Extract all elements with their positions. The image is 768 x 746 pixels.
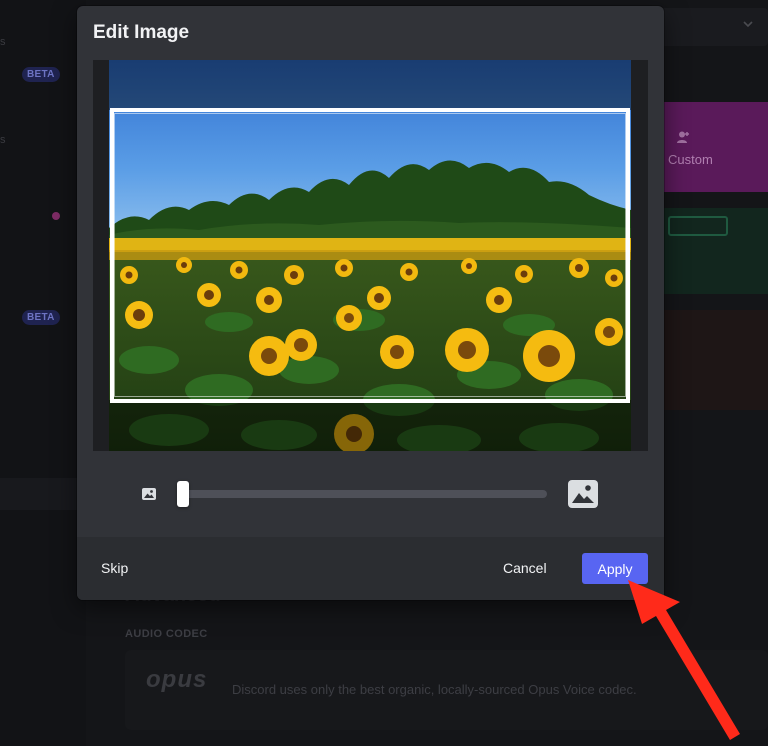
background-thumbnail	[664, 310, 768, 410]
edit-image-modal: Edit Image Skip Cancel Apply	[77, 6, 664, 600]
image-large-icon	[567, 479, 599, 509]
crop-frame-inner	[114, 113, 626, 397]
annotation-arrow	[620, 574, 768, 746]
skip-button[interactable]: Skip	[101, 557, 128, 579]
screen: s s BETA BETA Custom Advanced AUDIO CODE…	[0, 0, 768, 746]
modal-title: Edit Image	[93, 22, 190, 43]
crop-mask-top	[109, 60, 631, 110]
background-custom-tile	[664, 102, 768, 192]
background-sidebar	[0, 0, 86, 746]
codec-description: Discord uses only the best organic, loca…	[232, 682, 637, 697]
zoom-slider-track[interactable]	[177, 490, 547, 498]
crop-mask-bottom	[109, 400, 631, 451]
opus-logo: opus	[146, 666, 208, 693]
background-sidebar-fragment: s	[0, 36, 6, 48]
notification-dot	[52, 212, 60, 220]
zoom-slider-handle[interactable]	[177, 481, 189, 507]
background-sidebar-selected-item	[0, 478, 86, 510]
background-sidebar-fragment: s	[0, 134, 6, 146]
chevron-down-icon	[742, 18, 754, 30]
user-plus-icon	[676, 130, 690, 144]
cancel-button[interactable]: Cancel	[503, 557, 547, 579]
crop-area[interactable]	[93, 60, 648, 451]
custom-tile-label: Custom	[668, 152, 713, 167]
modal-footer: Skip Cancel Apply	[77, 537, 664, 600]
codec-label: AUDIO CODEC	[125, 628, 208, 640]
beta-badge: BETA	[22, 67, 60, 82]
image-small-icon	[141, 486, 157, 502]
zoom-control	[77, 476, 664, 512]
beta-badge: BETA	[22, 310, 60, 325]
background-thumbnail-detail	[668, 216, 728, 236]
